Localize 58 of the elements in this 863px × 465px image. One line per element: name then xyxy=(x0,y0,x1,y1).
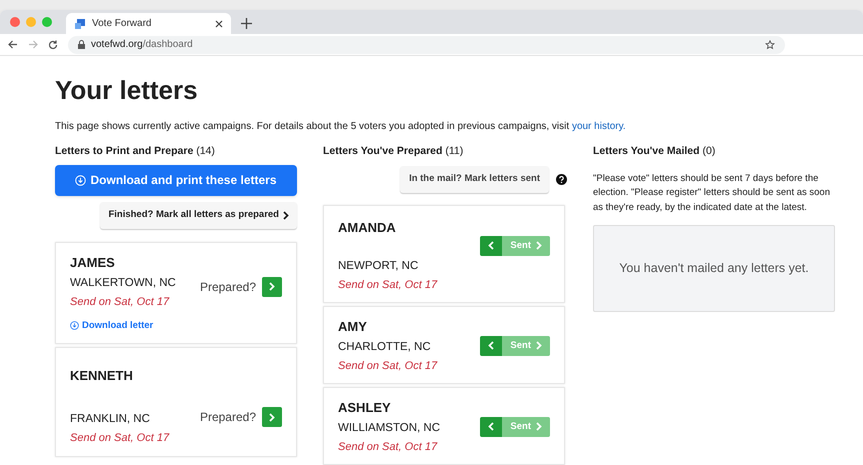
address-bar[interactable]: votefwd.org/dashboard xyxy=(68,36,785,54)
mark-prepared-button[interactable] xyxy=(262,276,282,297)
column-heading: Letters to Print and Prepare (14) xyxy=(55,144,216,159)
voter-location: WALKERTOWN, NC xyxy=(70,276,177,292)
help-icon[interactable] xyxy=(556,174,567,185)
chevron-right-icon xyxy=(269,282,275,292)
send-date: Send on Sat, Oct 17 xyxy=(70,295,170,310)
history-link[interactable]: your history. xyxy=(572,121,626,132)
voter-name: AMANDA xyxy=(338,218,397,237)
chevron-left-icon xyxy=(488,422,494,432)
send-date: Send on Sat, Oct 17 xyxy=(338,278,438,294)
mark-prepared-button[interactable]: Finished? Mark all letters as prepared xyxy=(100,202,297,229)
column-heading: Letters You've Prepared (11) xyxy=(323,144,464,159)
browser-tab[interactable]: Vote Forward xyxy=(66,13,231,34)
download-letter-link[interactable]: Download letter xyxy=(70,318,190,333)
close-window-icon[interactable] xyxy=(10,17,20,27)
mark-prepared-button[interactable] xyxy=(262,407,282,427)
back-icon[interactable] xyxy=(8,40,18,49)
voter-location: FRANKLIN, NC xyxy=(70,412,151,426)
voter-location: NEWPORT, NC xyxy=(338,259,420,274)
unprepare-button[interactable] xyxy=(480,416,502,437)
mailing-note: "Please vote" letters should be sent 7 days before the election. "Please register" letters should be sent as soon as they're ready, by the indicated date at the latest. xyxy=(593,172,831,215)
download-button[interactable]: Download and print these letters xyxy=(55,164,297,196)
send-date: Send on Sat, Oct 17 xyxy=(70,430,170,446)
forward-icon[interactable] xyxy=(28,40,38,49)
intro-text: This page shows currently active campaigns. For details about the 5 voters you adopted in previous campaigns, visit your history. xyxy=(55,120,627,134)
send-date: Send on Sat, Oct 17 xyxy=(338,440,438,456)
chevron-right-icon xyxy=(536,341,542,350)
voter-name: KENNETH xyxy=(70,367,134,385)
star-icon[interactable] xyxy=(765,40,775,50)
close-icon[interactable] xyxy=(215,20,223,28)
voter-name: JAMES xyxy=(70,254,116,272)
voter-name: AMY xyxy=(338,318,368,336)
lock-icon xyxy=(78,40,85,49)
voter-location: WILLIAMSTON, NC xyxy=(338,421,442,436)
chevron-left-icon xyxy=(488,341,494,350)
download-icon xyxy=(75,174,86,186)
column-heading: Letters You've Mailed (0) xyxy=(593,144,716,159)
reload-icon[interactable] xyxy=(48,40,58,50)
voter-name: ASHLEY xyxy=(338,398,392,417)
send-date: Send on Sat, Oct 17 xyxy=(338,359,438,374)
prepared-label: Prepared? xyxy=(200,278,256,296)
new-tab-icon[interactable] xyxy=(241,18,252,29)
prepared-label: Prepared? xyxy=(200,409,256,426)
url-text: votefwd.org/dashboard xyxy=(91,38,193,52)
tab-title: Vote Forward xyxy=(92,17,152,31)
chevron-right-icon xyxy=(536,241,542,250)
download-icon xyxy=(70,321,79,330)
empty-message: You haven't mailed any letters yet. xyxy=(619,260,809,278)
page-title: Your letters xyxy=(55,74,199,106)
chevron-right-icon xyxy=(283,210,289,220)
chevron-right-icon xyxy=(269,412,275,422)
voter-location: CHARLOTTE, NC xyxy=(338,340,432,356)
chevron-left-icon xyxy=(488,241,494,250)
mark-sent-button[interactable]: In the mail? Mark letters sent xyxy=(400,166,549,193)
unprepare-button[interactable] xyxy=(480,236,502,256)
unprepare-button[interactable] xyxy=(480,336,502,356)
chevron-right-icon xyxy=(536,422,542,432)
